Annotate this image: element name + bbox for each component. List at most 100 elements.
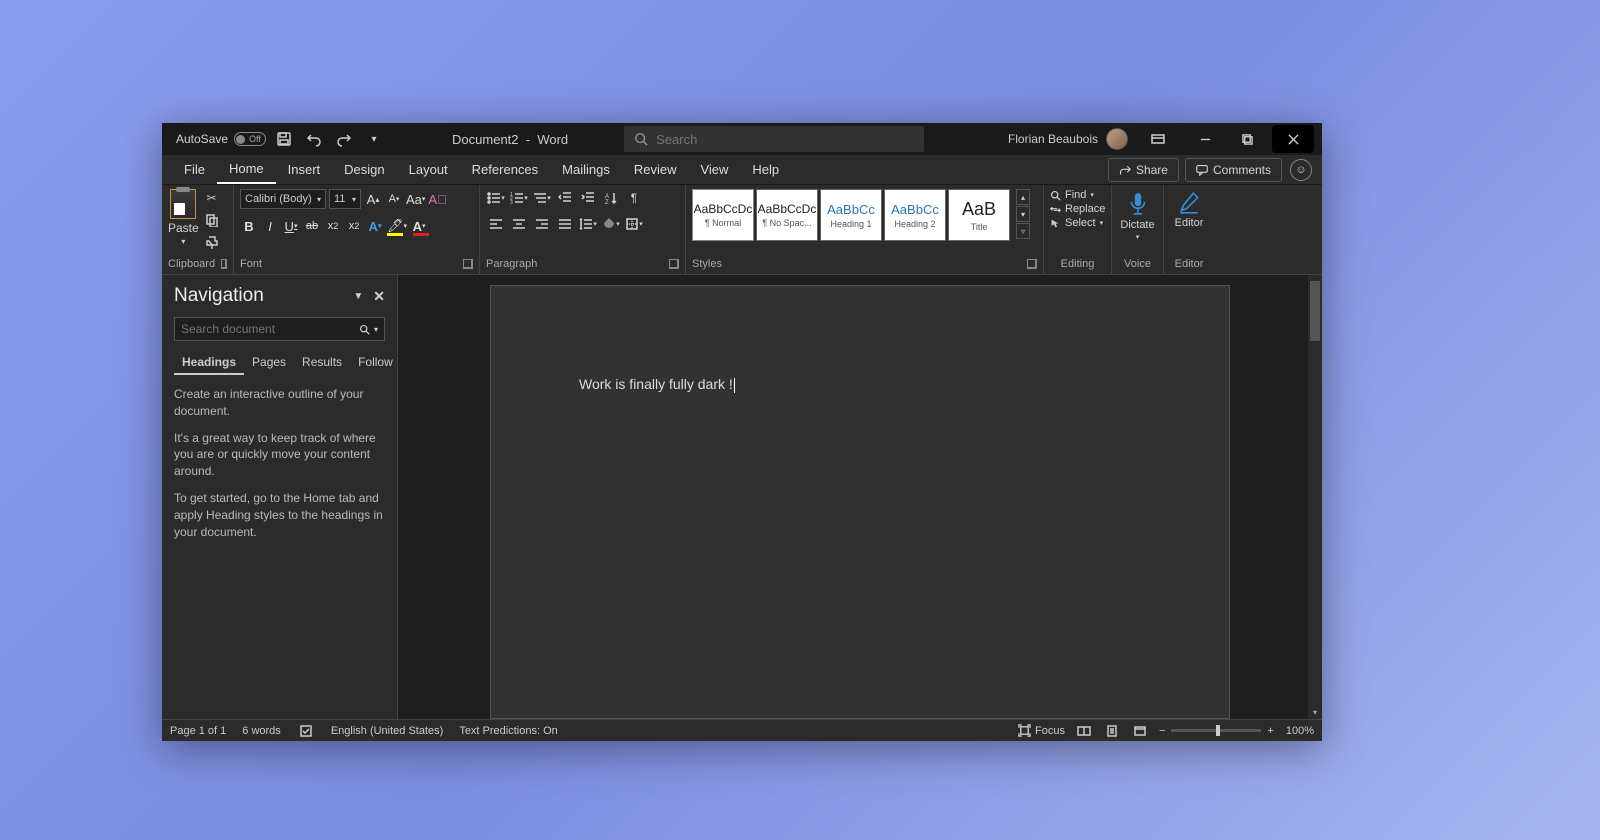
nav-tab-follow[interactable]: Follow (350, 351, 401, 375)
copy-icon[interactable] (203, 211, 221, 229)
highlight-button[interactable]: 🖊▾ (387, 217, 407, 235)
numbering-icon[interactable]: 123▾ (509, 189, 529, 207)
nav-dropdown-icon[interactable]: ▼ (353, 291, 363, 302)
redo-icon[interactable] (332, 127, 356, 151)
nav-search-input[interactable] (181, 322, 355, 336)
decrease-indent-icon[interactable] (555, 189, 575, 207)
subscript-button[interactable]: x2 (324, 217, 342, 235)
spellcheck-icon[interactable] (297, 722, 315, 740)
ribbon-display-icon[interactable] (1146, 127, 1170, 151)
increase-indent-icon[interactable] (578, 189, 598, 207)
document-page[interactable]: Work is finally fully dark ! (490, 285, 1230, 719)
zoom-slider[interactable] (1171, 729, 1261, 732)
zoom-out-button[interactable]: − (1159, 725, 1165, 737)
status-language[interactable]: English (United States) (331, 725, 444, 737)
grow-font-icon[interactable]: A▴ (364, 190, 382, 208)
underline-button[interactable]: U▾ (282, 217, 300, 235)
clear-format-icon[interactable]: A⃠ (428, 190, 446, 208)
change-case-icon[interactable]: Aa▾ (406, 190, 425, 208)
replace-button[interactable]: Replace (1050, 203, 1105, 215)
feedback-icon[interactable]: ☺ (1290, 159, 1312, 181)
comments-button[interactable]: Comments (1185, 158, 1282, 182)
toggle-switch[interactable]: Off (234, 132, 266, 146)
tab-home[interactable]: Home (217, 155, 276, 184)
clipboard-launcher[interactable] (221, 259, 227, 269)
nav-tab-headings[interactable]: Headings (174, 351, 244, 375)
bold-button[interactable]: B (240, 217, 258, 235)
cut-icon[interactable]: ✂ (203, 189, 221, 207)
multilevel-icon[interactable]: ▾ (532, 189, 552, 207)
styles-down-icon[interactable]: ▾ (1016, 206, 1030, 222)
web-layout-icon[interactable] (1131, 722, 1149, 740)
zoom-level[interactable]: 100% (1286, 725, 1314, 737)
status-page[interactable]: Page 1 of 1 (170, 725, 226, 737)
undo-icon[interactable] (302, 127, 326, 151)
style-title[interactable]: AaBTitle (948, 189, 1010, 241)
close-button[interactable] (1272, 125, 1314, 153)
user-account[interactable]: Florian Beaubois (1008, 128, 1128, 150)
font-launcher[interactable] (463, 259, 473, 269)
vertical-scrollbar[interactable]: ▾ (1308, 275, 1322, 719)
search-box[interactable] (624, 126, 924, 152)
tab-view[interactable]: View (688, 156, 740, 183)
paragraph-launcher[interactable] (669, 259, 679, 269)
font-color-button[interactable]: A▾ (410, 217, 428, 235)
justify-icon[interactable] (555, 215, 575, 233)
nav-search-box[interactable]: ▾ (174, 317, 385, 341)
nav-close-icon[interactable]: ✕ (373, 288, 385, 305)
line-spacing-icon[interactable]: ▾ (578, 215, 598, 233)
scroll-down-icon[interactable]: ▾ (1308, 705, 1322, 719)
status-words[interactable]: 6 words (242, 725, 281, 737)
style-heading1[interactable]: AaBbCcHeading 1 (820, 189, 882, 241)
read-mode-icon[interactable] (1075, 722, 1093, 740)
select-button[interactable]: Select▾ (1050, 217, 1105, 229)
scrollbar-thumb[interactable] (1310, 281, 1320, 341)
nav-tab-pages[interactable]: Pages (244, 351, 294, 375)
autosave-toggle[interactable]: AutoSave Off (176, 132, 266, 146)
paste-button[interactable]: Paste ▾ (168, 189, 199, 246)
align-right-icon[interactable] (532, 215, 552, 233)
show-marks-icon[interactable]: ¶ (624, 189, 644, 207)
status-predictions[interactable]: Text Predictions: On (459, 725, 557, 737)
find-button[interactable]: Find▾ (1050, 189, 1105, 201)
qat-more-icon[interactable]: ▾ (362, 127, 386, 151)
tab-mailings[interactable]: Mailings (550, 156, 622, 183)
share-button[interactable]: Share (1108, 158, 1179, 182)
borders-icon[interactable]: ▾ (624, 215, 644, 233)
focus-button[interactable]: Focus (1018, 724, 1065, 737)
nav-tab-results[interactable]: Results (294, 351, 350, 375)
document-text[interactable]: Work is finally fully dark ! (579, 376, 735, 392)
style-normal[interactable]: AaBbCcDc¶ Normal (692, 189, 754, 241)
superscript-button[interactable]: x2 (345, 217, 363, 235)
styles-up-icon[interactable]: ▴ (1016, 189, 1030, 205)
align-center-icon[interactable] (509, 215, 529, 233)
bullets-icon[interactable]: ▾ (486, 189, 506, 207)
font-name-select[interactable]: Calibri (Body)▾ (240, 189, 326, 209)
print-layout-icon[interactable] (1103, 722, 1121, 740)
editor-button[interactable]: Editor (1169, 189, 1210, 231)
shrink-font-icon[interactable]: A▾ (385, 190, 403, 208)
tab-file[interactable]: File (172, 156, 217, 183)
sort-icon[interactable]: AZ (601, 189, 621, 207)
strikethrough-button[interactable]: ab (303, 217, 321, 235)
tab-layout[interactable]: Layout (397, 156, 460, 183)
tab-help[interactable]: Help (740, 156, 791, 183)
tab-design[interactable]: Design (332, 156, 396, 183)
maximize-button[interactable] (1226, 125, 1268, 153)
styles-more-icon[interactable]: ▿ (1016, 223, 1030, 239)
zoom-in-button[interactable]: + (1267, 725, 1273, 737)
shading-icon[interactable]: ▾ (601, 215, 621, 233)
dictate-button[interactable]: Dictate▾ (1114, 189, 1160, 243)
style-nospacing[interactable]: AaBbCcDc¶ No Spac... (756, 189, 818, 241)
text-effects-icon[interactable]: A▾ (366, 217, 384, 235)
search-input[interactable] (656, 132, 914, 147)
tab-insert[interactable]: Insert (276, 156, 333, 183)
save-icon[interactable] (272, 127, 296, 151)
tab-references[interactable]: References (460, 156, 550, 183)
style-heading2[interactable]: AaBbCcHeading 2 (884, 189, 946, 241)
tab-review[interactable]: Review (622, 156, 689, 183)
document-area[interactable]: Work is finally fully dark ! ▾ (398, 275, 1322, 719)
align-left-icon[interactable] (486, 215, 506, 233)
format-painter-icon[interactable] (203, 233, 221, 251)
minimize-button[interactable] (1184, 125, 1226, 153)
